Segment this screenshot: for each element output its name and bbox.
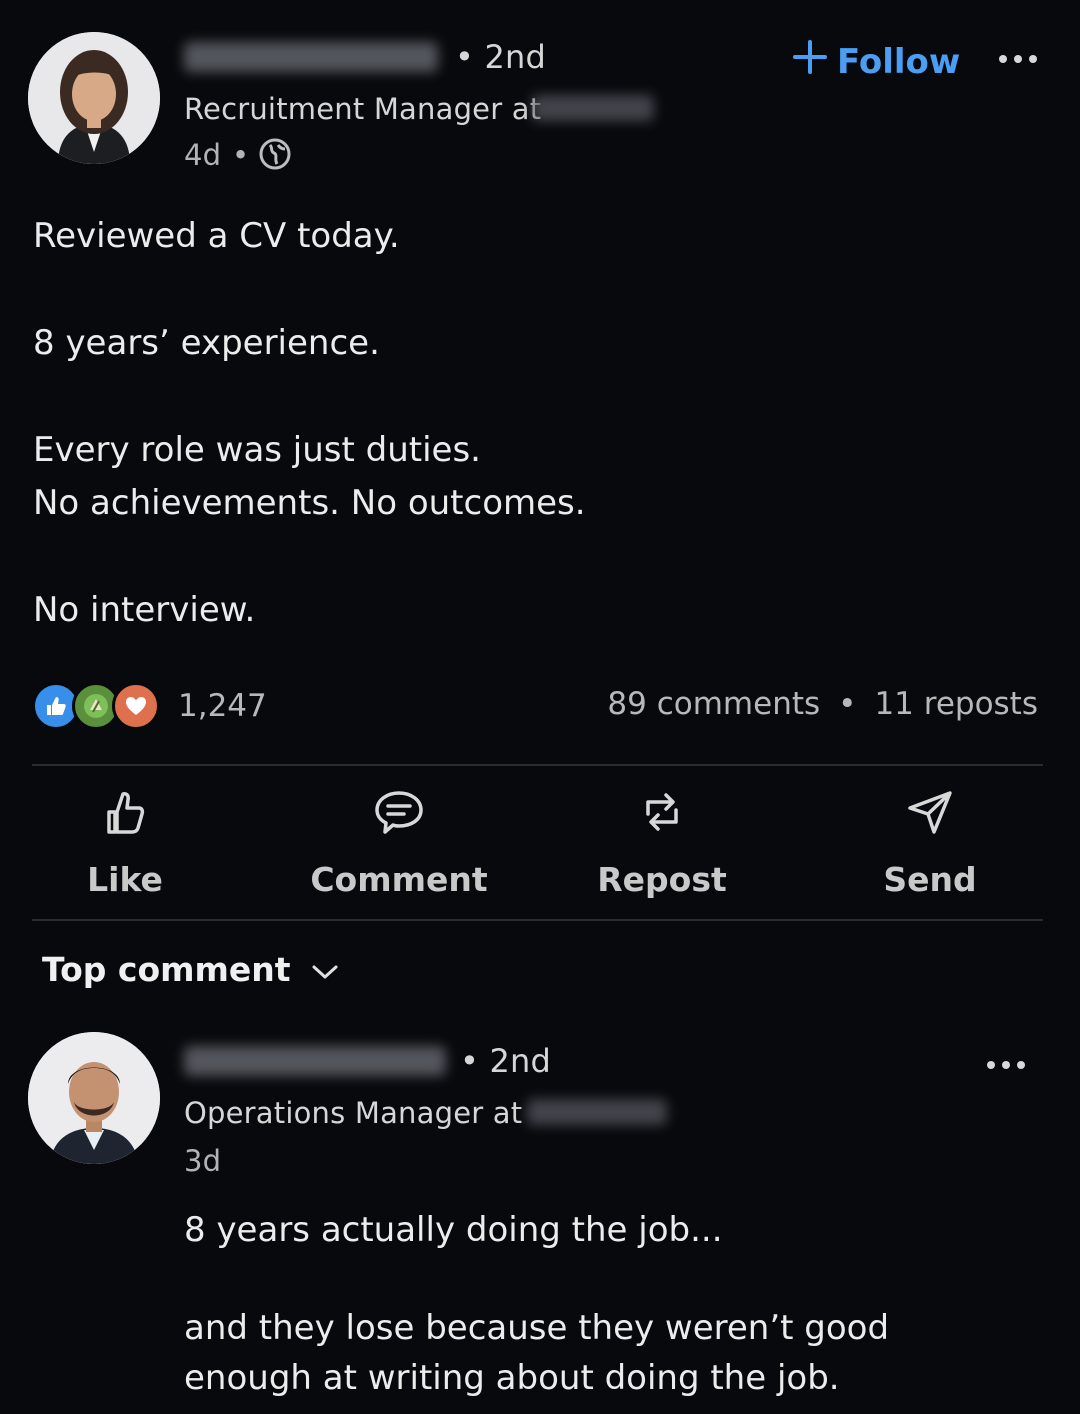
post-line: No achievements. No outcomes. [33, 483, 586, 523]
comment-label: Comment [310, 860, 488, 899]
plus-icon [793, 40, 827, 83]
like-button[interactable]: Like [58, 788, 192, 899]
commenter-avatar[interactable] [28, 1032, 160, 1164]
post-line: Reviewed a CV today. [33, 216, 400, 256]
sort-label: Top comment [42, 950, 291, 989]
repost-label: Repost [597, 860, 727, 899]
post-time: 4d [184, 138, 222, 172]
post-line: No interview. [33, 590, 256, 630]
reactions-summary[interactable]: 1,247 [32, 682, 267, 730]
author-degree: • 2nd [455, 38, 546, 76]
chevron-down-icon [311, 950, 339, 989]
post-line: Every role was just duties. [33, 430, 481, 470]
commenter-degree: • 2nd [460, 1042, 551, 1080]
send-button[interactable]: Send [870, 788, 990, 899]
post-body: Reviewed a CV today. 8 years’ experience… [33, 210, 1033, 637]
send-icon [906, 788, 954, 844]
repost-icon [638, 788, 686, 844]
author-company-redacted [532, 95, 654, 121]
reposts-count[interactable]: 11 reposts [874, 686, 1038, 722]
commenter-company-redacted [527, 1099, 667, 1125]
commenter-headline: Operations Manager at [184, 1096, 523, 1130]
send-label: Send [883, 860, 977, 899]
comment-line: and they lose because they weren’t good [184, 1308, 890, 1348]
divider [32, 919, 1043, 921]
time-separator: • [232, 138, 250, 172]
love-icon [112, 682, 160, 730]
engagement-stats: 89 comments • 11 reposts [607, 686, 1038, 722]
comment-sort-dropdown[interactable]: Top comment [42, 950, 339, 989]
reactions-count: 1,247 [178, 688, 267, 724]
author-headline: Recruitment Manager at [184, 92, 542, 126]
post-line: 8 years’ experience. [33, 323, 380, 363]
comment-icon [373, 788, 425, 844]
follow-button[interactable]: Follow [793, 40, 960, 83]
comment-time: 3d [184, 1144, 222, 1178]
comment-body: 8 years actually doing the job... and th… [184, 1205, 1044, 1403]
like-label: Like [87, 860, 163, 899]
comment-button[interactable]: Comment [304, 788, 494, 899]
author-name[interactable] [184, 42, 438, 72]
commenter-name[interactable] [184, 1046, 446, 1076]
repost-button[interactable]: Repost [595, 788, 729, 899]
globe-icon [258, 137, 292, 175]
comment-more-options-icon[interactable] [987, 1061, 1025, 1069]
author-avatar[interactable] [28, 32, 160, 164]
divider [32, 764, 1043, 766]
thumbs-up-icon [103, 788, 147, 844]
comment-line: enough at writing about doing the job. [184, 1358, 840, 1398]
more-options-icon[interactable] [999, 55, 1037, 63]
commenter-photo [28, 1032, 160, 1164]
comments-count[interactable]: 89 comments [607, 686, 820, 722]
author-photo [28, 32, 160, 164]
comment-line: 8 years actually doing the job... [184, 1210, 723, 1250]
stats-separator: • [838, 686, 857, 722]
follow-label: Follow [837, 41, 961, 82]
